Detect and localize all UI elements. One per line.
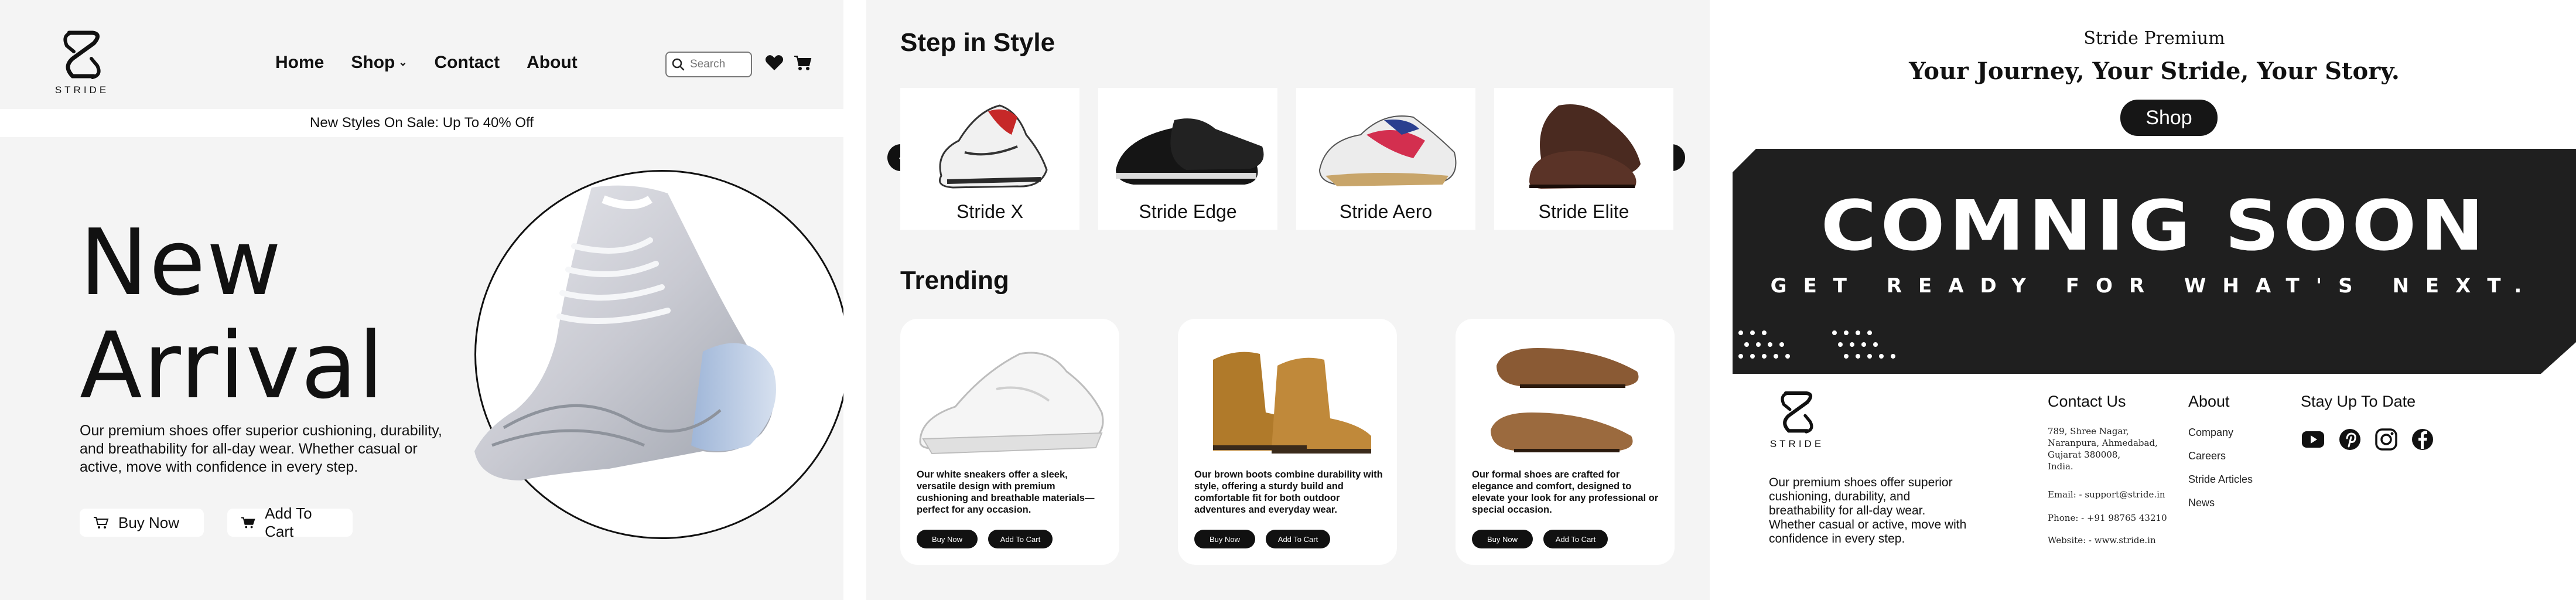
about-link-articles[interactable]: Stride Articles [2188,473,2253,486]
facebook-icon[interactable] [2411,428,2434,451]
stride-logo-icon [63,30,101,79]
product-card-stride-aero[interactable]: Stride Aero [1296,88,1475,230]
trending-description: Our white sneakers offer a sleek, versat… [917,469,1095,515]
search-icon [672,58,685,71]
product-name: Stride X [956,201,1023,222]
add-to-cart-button[interactable]: Add To Cart [1543,530,1608,548]
banner-title: COMNIG SOON [1820,185,2488,266]
pinterest-icon[interactable] [2338,428,2362,451]
cart-icon [241,517,255,529]
search-box[interactable] [665,52,752,77]
coming-soon-banner: COMNIG SOON GET READY FOR WHAT'S NEXT. [1733,149,2576,374]
logo-text: STRIDE [54,84,110,96]
trending-card-formal-shoes[interactable]: Our formal shoes are crafted for eleganc… [1456,319,1675,565]
about-heading: About [2188,393,2230,410]
buy-now-button[interactable]: Buy Now [80,509,204,537]
trending-card-brown-boots[interactable]: Our brown boots combine durability with … [1178,319,1397,565]
premium-panel: Stride Premium Your Journey, Your Stride… [1733,0,2576,600]
running-shoe-image [1318,115,1457,186]
cart-icon[interactable] [793,54,812,71]
trending-description: Our brown boots combine durability with … [1194,469,1383,515]
product-card-stride-elite[interactable]: Stride Elite [1494,88,1673,230]
formal-shoe-image [1491,348,1639,452]
black-sneaker-image [1116,118,1264,185]
search-input[interactable] [690,56,749,73]
stride-logo-icon [1781,391,1813,434]
footer-logo[interactable]: STRIDE [1769,389,1825,450]
address-line: Naranpura, Ahmedabad, [2048,438,2158,448]
add-to-cart-button[interactable]: Add To Cart [227,504,353,540]
chevron-down-icon: ⌄ [398,56,408,68]
buy-now-button[interactable]: Buy Now [917,530,978,548]
home-panel: STRIDE Home Shop⌄ Contact About New Styl… [0,0,843,600]
banner-subtitle: GET READY FOR WHAT'S NEXT. [1770,274,2539,298]
contact-website[interactable]: Website: - www.stride.in [2048,534,2156,546]
add-to-cart-button[interactable]: Add To Cart [1266,530,1330,548]
products-panel: Step in Style ‹ › Stride X Stride Edge S… [866,0,1710,600]
trending-description: Our formal shoes are crafted for eleganc… [1472,469,1659,515]
address-line: 789, Shree Nagar, [2048,426,2129,437]
cart-outline-icon [94,517,109,529]
dress-shoe-image [1529,104,1641,189]
contact-address: 789, Shree Nagar, Naranpura, Ahmedabad, … [2048,425,2158,472]
buy-now-label: Buy Now [118,513,180,531]
address-line: Gujarat 380008, [2048,449,2121,460]
add-to-cart-label: Add To Cart [265,504,312,540]
contact-phone[interactable]: Phone: - +91 98765 43210 [2048,512,2167,524]
product-name: Stride Elite [1538,201,1629,222]
updates-heading: Stay Up To Date [2301,393,2416,410]
about-link-news[interactable]: News [2188,497,2215,509]
shop-button[interactable]: Shop [2120,100,2218,136]
hero-sneaker-image [474,185,776,480]
add-to-cart-button[interactable]: Add To Cart [988,530,1053,548]
hero-title-line2: Arrival [80,312,385,419]
footer: STRIDE Our premium shoes offer superior … [1733,374,2576,600]
premium-subtitle: Stride Premium [2083,28,2225,49]
nav-contact[interactable]: Contact [434,53,500,73]
hero-title: New Arrival [80,211,385,417]
top-nav: STRIDE Home Shop ⌄ Contact About [0,0,843,109]
step-in-style-title: Step in Style [900,28,1055,57]
logo-text: STRIDE [1769,438,1825,449]
sale-banner: New Styles On Sale: Up To 40% Off [0,109,843,137]
youtube-icon[interactable] [2301,428,2325,451]
trending-card-white-sneakers[interactable]: Our white sneakers offer a sleek, versat… [900,319,1119,565]
hero-description: Our premium shoes offer superior cushion… [80,422,442,475]
buy-now-button[interactable]: Buy Now [1194,530,1255,548]
nav-shop[interactable]: Shop ⌄ [351,53,407,73]
premium-title: Your Journey, Your Stride, Your Story. [1909,57,2400,85]
address-line: India. [2048,461,2073,472]
brown-boot-image [1213,352,1371,454]
about-link-careers[interactable]: Careers [2188,450,2226,462]
product-card-stride-x[interactable]: Stride X [900,88,1079,230]
footer-description: Our premium shoes offer superior cushion… [1769,476,1967,546]
stride-logo[interactable]: STRIDE [54,28,110,96]
contact-email[interactable]: Email: - support@stride.in [2048,489,2165,500]
about-link-company[interactable]: Company [2188,427,2233,439]
heart-icon[interactable] [765,54,784,71]
instagram-icon[interactable] [2375,428,2398,451]
product-name: Stride Edge [1139,201,1237,222]
nav-shop-label: Shop [351,53,395,72]
hero-title-line1: New [80,209,283,316]
contact-heading: Contact Us [2048,393,2126,410]
nav-home[interactable]: Home [275,53,324,73]
nav-about[interactable]: About [527,53,578,73]
white-sneaker-image [919,352,1104,455]
buy-now-button[interactable]: Buy Now [1472,530,1533,548]
sneaker-image [939,104,1048,189]
product-name: Stride Aero [1339,201,1433,222]
product-card-stride-edge[interactable]: Stride Edge [1098,88,1277,230]
trending-title: Trending [900,266,1009,295]
nav-links: Home Shop ⌄ Contact About [275,53,578,73]
